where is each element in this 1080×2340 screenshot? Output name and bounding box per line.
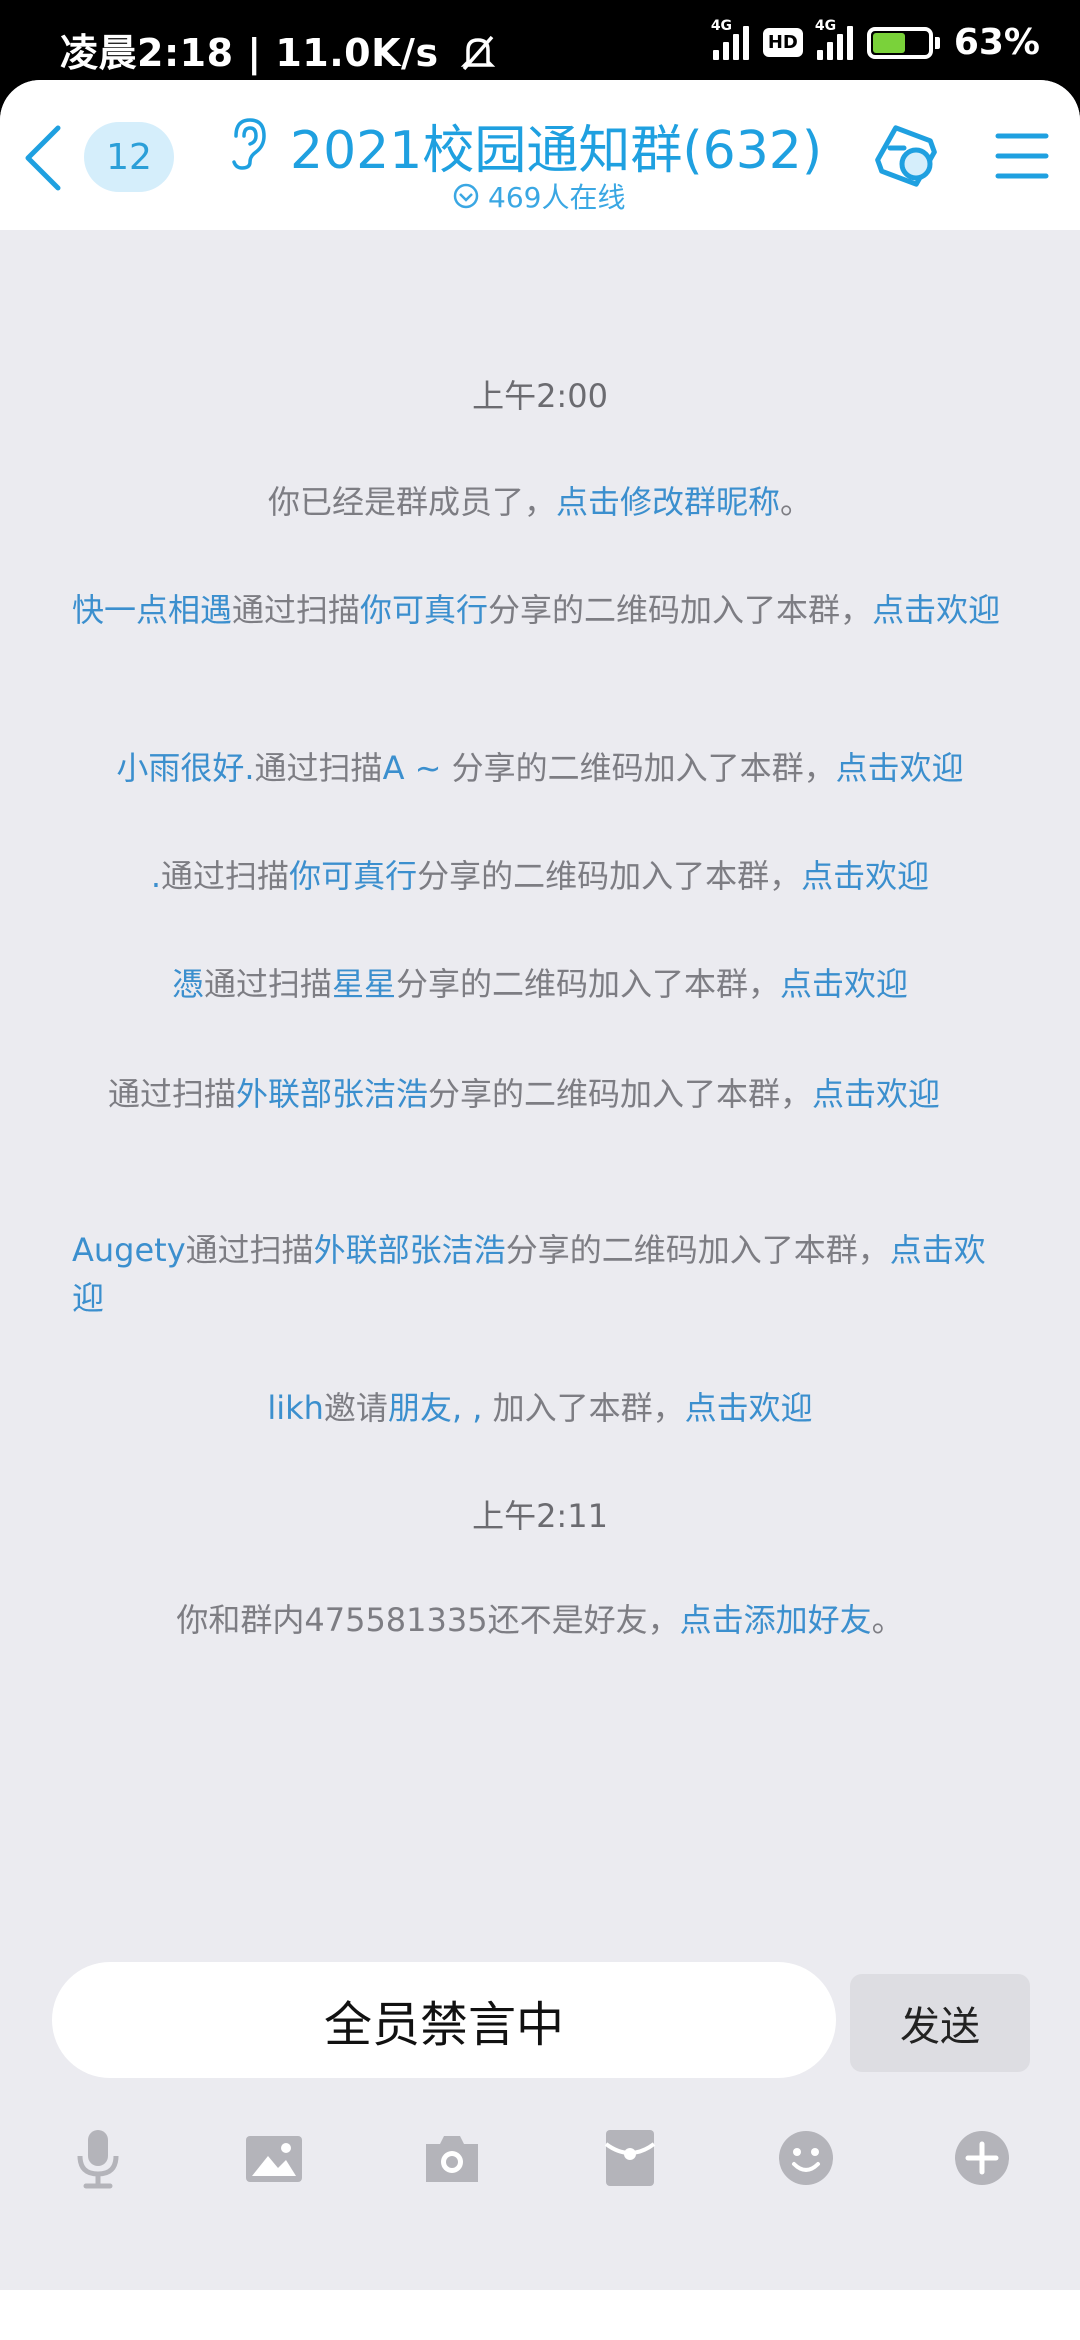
system-message: 快一点相遇通过扫描你可真行分享的二维码加入了本群，点击欢迎: [72, 591, 1001, 629]
add-friend-link[interactable]: 点击添加好友: [680, 1601, 872, 1639]
system-message: 通过扫描外联部张洁浩分享的二维码加入了本群，点击欢迎: [108, 1075, 941, 1113]
timestamp: 上午2:11: [472, 1497, 608, 1535]
welcome-link[interactable]: 点击欢迎: [836, 749, 964, 787]
system-nav-bar: [0, 2290, 1080, 2340]
emoji-icon[interactable]: [774, 2126, 838, 2190]
user-link[interactable]: A ~: [383, 749, 442, 787]
system-message: 你和群内475581335还不是好友，点击添加好友。: [176, 1601, 904, 1639]
user-link[interactable]: 你可真行: [360, 591, 488, 629]
signal-icon-2: 4G: [815, 18, 853, 60]
battery-percent: 63%: [953, 22, 1040, 63]
user-link[interactable]: 星星: [332, 965, 396, 1003]
user-link[interactable]: 朋友, ,: [388, 1389, 483, 1427]
user-link[interactable]: 外联部张洁浩: [236, 1075, 428, 1113]
user-link[interactable]: .: [151, 857, 161, 895]
user-link[interactable]: 快一点相遇: [72, 591, 232, 629]
send-button[interactable]: 发送: [850, 1974, 1030, 2072]
raise-hand-icon[interactable]: [870, 120, 942, 192]
user-link[interactable]: 外联部张洁浩: [314, 1231, 506, 1269]
welcome-link[interactable]: 点击欢迎: [780, 965, 908, 1003]
status-icons: 4G HD 4G 63%: [711, 18, 1040, 64]
chat-screen: 12 2021校园通知群(632) 469人在线 上午2:00 你已经是群成员了…: [0, 80, 1080, 2340]
group-title[interactable]: 2021校园通知群(632): [290, 108, 822, 183]
camera-icon[interactable]: [420, 2126, 484, 2190]
timestamp: 上午2:00: [472, 377, 608, 415]
microphone-icon[interactable]: [66, 2126, 130, 2190]
edit-nickname-link[interactable]: 点击修改群昵称: [556, 483, 780, 521]
user-link[interactable]: 憑: [172, 965, 204, 1003]
user-link[interactable]: Augety: [72, 1231, 186, 1269]
status-bar: 凌晨2:18 | 11.0K/s 4G HD 4G 63%: [0, 0, 1080, 84]
red-packet-icon[interactable]: [598, 2126, 662, 2190]
welcome-link[interactable]: 点击欢迎: [872, 591, 1000, 629]
back-arrow-icon: [25, 125, 61, 191]
back-button[interactable]: [18, 118, 68, 198]
system-message: 你已经是群成员了，点击修改群昵称。: [267, 483, 813, 521]
online-count-text: 469人在线: [488, 181, 626, 214]
welcome-link[interactable]: 点击欢迎: [801, 857, 929, 895]
system-message: Augety通过扫描外联部张洁浩分享的二维码加入了本群，点击欢迎: [72, 1231, 986, 1317]
bell-muted-icon: [460, 34, 496, 81]
menu-icon[interactable]: [994, 126, 1050, 186]
message-input-muted[interactable]: 全员禁言中: [52, 1962, 836, 2078]
battery-icon: [866, 26, 940, 59]
hd-badge: HD: [762, 28, 803, 57]
system-message: 憑通过扫描星星分享的二维码加入了本群，点击欢迎: [171, 965, 909, 1003]
system-message: likh邀请朋友, , 加入了本群，点击欢迎: [267, 1389, 813, 1427]
welcome-link[interactable]: 点击欢迎: [685, 1389, 813, 1427]
user-link[interactable]: 小雨很好.: [116, 749, 254, 787]
status-time-text: 凌晨2:18 | 11.0K/s: [60, 31, 439, 75]
image-icon[interactable]: [242, 2126, 306, 2190]
plus-icon[interactable]: [950, 2126, 1014, 2190]
chat-toolbar: [0, 2110, 1080, 2220]
system-message: .通过扫描你可真行分享的二维码加入了本群，点击欢迎: [150, 857, 930, 895]
unread-count-badge[interactable]: 12: [84, 122, 174, 192]
online-status[interactable]: 469人在线: [452, 176, 625, 216]
welcome-link[interactable]: 点击欢迎: [812, 1075, 940, 1113]
message-list[interactable]: 上午2:00 你已经是群成员了，点击修改群昵称。 快一点相遇通过扫描你可真行分享…: [0, 230, 1080, 2030]
chat-header: 12 2021校园通知群(632) 469人在线: [0, 80, 1080, 230]
user-link[interactable]: 你可真行: [289, 857, 417, 895]
signal-icon-1: 4G: [711, 18, 749, 60]
user-link[interactable]: likh: [267, 1389, 324, 1427]
status-time: 凌晨2:18 | 11.0K/s: [60, 22, 496, 81]
system-message: 小雨很好.通过扫描A ~ 分享的二维码加入了本群，点击欢迎: [116, 749, 964, 787]
chevron-circle-icon: [453, 183, 479, 209]
ear-icon[interactable]: [228, 116, 268, 172]
